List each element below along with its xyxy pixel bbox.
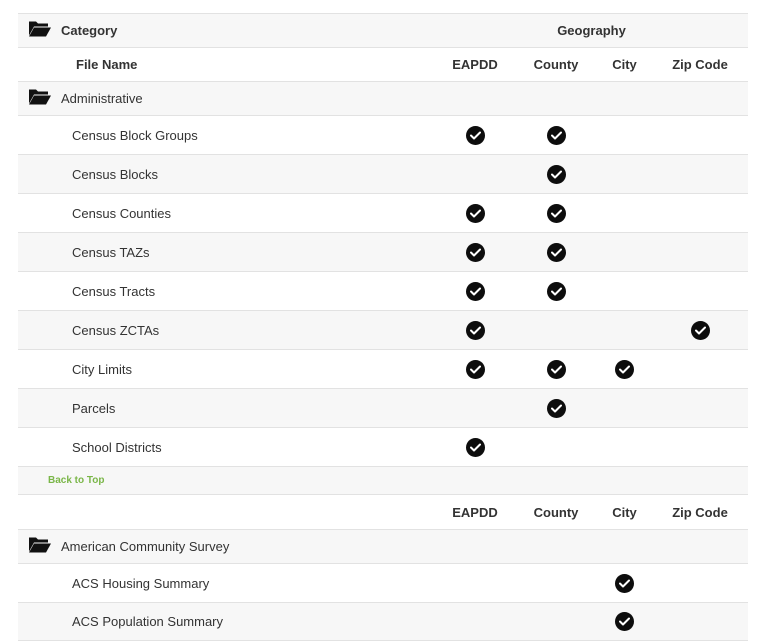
file-name: Census TAZs — [72, 244, 150, 260]
check-circle-icon — [546, 164, 566, 184]
check-circle-icon — [546, 242, 566, 262]
table-row: Parcels — [18, 388, 748, 427]
geography-table: Category Geography File Name EAPDD Count… — [18, 13, 748, 641]
check-circle-icon — [546, 359, 566, 379]
table-header-top: Category Geography — [18, 13, 748, 47]
zip-code-column-header: Zip Code — [672, 504, 728, 520]
table-row: Census Block Groups — [18, 115, 748, 154]
check-circle-icon — [546, 125, 566, 145]
column-header-row: File Name EAPDD County City Zip Code — [18, 47, 748, 81]
table-row: ACS Housing Summary — [18, 563, 748, 602]
file-name: Census Tracts — [72, 283, 156, 299]
table-row: Census Tracts — [18, 271, 748, 310]
city-availability-cell — [597, 564, 652, 602]
file-name: Census Block Groups — [72, 127, 198, 143]
county-availability-cell — [521, 116, 591, 154]
eapdd-column-header: EAPDD — [452, 504, 498, 520]
file-name: Census ZCTAs — [72, 322, 160, 338]
table-row: Census Counties — [18, 193, 748, 232]
category-name: Administrative — [61, 91, 143, 106]
category-row-administrative: Administrative — [18, 81, 748, 115]
table-row: Census TAZs — [18, 232, 748, 271]
check-circle-icon — [690, 320, 710, 340]
column-header-row: EAPDD County City Zip Code — [18, 494, 748, 529]
table-row: Census Blocks — [18, 154, 748, 193]
folder-open-icon — [28, 535, 52, 558]
eapdd-availability-cell — [440, 116, 510, 154]
county-availability-cell — [521, 389, 591, 427]
city-availability-cell — [597, 350, 652, 388]
city-column-header: City — [612, 504, 637, 520]
check-circle-icon — [465, 320, 485, 340]
table-row: ACS Population Summary — [18, 602, 748, 641]
category-name: American Community Survey — [61, 539, 230, 554]
back-to-top-row: Back to Top — [18, 466, 748, 494]
eapdd-availability-cell — [440, 272, 510, 310]
eapdd-availability-cell — [440, 428, 510, 466]
check-circle-icon — [465, 242, 485, 262]
check-circle-icon — [615, 359, 634, 379]
folder-open-icon — [28, 87, 52, 110]
check-circle-icon — [546, 281, 566, 301]
check-circle-icon — [546, 398, 566, 418]
city-availability-cell — [597, 603, 652, 640]
eapdd-availability-cell — [440, 350, 510, 388]
category-header: Category — [61, 23, 118, 38]
city-column-header: City — [612, 57, 637, 72]
file-name: Census Blocks — [72, 166, 158, 182]
check-circle-icon — [465, 125, 485, 145]
check-circle-icon — [615, 612, 634, 631]
zip-code-column-header: Zip Code — [672, 57, 728, 72]
county-availability-cell — [521, 350, 591, 388]
county-column-header: County — [533, 504, 579, 520]
file-name: Parcels — [72, 400, 116, 416]
eapdd-availability-cell — [440, 194, 510, 232]
check-circle-icon — [615, 573, 634, 593]
eapdd-availability-cell — [440, 311, 510, 349]
check-circle-icon — [465, 203, 485, 223]
category-row-american-community-survey: American Community Survey — [18, 529, 748, 563]
table-row: School Districts — [18, 427, 748, 466]
geography-header: Geography — [557, 23, 626, 38]
file-name: ACS Housing Summary — [72, 575, 210, 591]
back-to-top-link[interactable]: Back to Top — [48, 467, 104, 494]
county-column-header: County — [533, 57, 579, 72]
county-availability-cell — [521, 272, 591, 310]
check-circle-icon — [465, 437, 485, 457]
check-circle-icon — [465, 359, 485, 379]
eapdd-column-header: EAPDD — [452, 57, 498, 72]
check-circle-icon — [465, 281, 485, 301]
file-name: City Limits — [72, 361, 132, 377]
county-availability-cell — [521, 194, 591, 232]
check-circle-icon — [546, 203, 566, 223]
zip-code-availability-cell — [665, 311, 735, 349]
table-row: Census ZCTAs — [18, 310, 748, 349]
file-name-header: File Name — [76, 57, 138, 72]
file-name: Census Counties — [72, 205, 171, 221]
file-name: School Districts — [72, 439, 162, 455]
folder-open-icon — [28, 19, 52, 42]
eapdd-availability-cell — [440, 233, 510, 271]
county-availability-cell — [521, 155, 591, 193]
table-row: City Limits — [18, 349, 748, 388]
county-availability-cell — [521, 233, 591, 271]
file-name: ACS Population Summary — [72, 614, 224, 629]
